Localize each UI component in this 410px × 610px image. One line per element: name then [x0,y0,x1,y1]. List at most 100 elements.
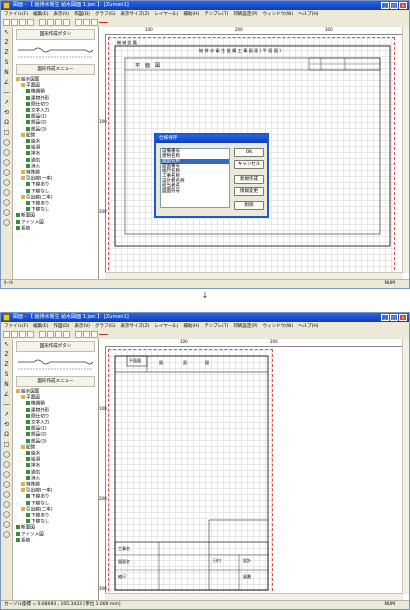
vertical-scrollbar[interactable] [402,27,409,273]
menu-item[interactable]: ウィンドウ(W) [263,323,293,329]
draw-tool-icon[interactable]: S [3,371,11,379]
menu-item[interactable]: ヘルプ(H) [298,11,318,17]
print-icon[interactable] [27,331,34,338]
draw-tool-icon[interactable]: ◯ [3,159,11,167]
save-icon[interactable] [19,331,26,338]
undo-icon[interactable] [63,331,70,338]
delete-button[interactable]: 削除 [234,201,264,210]
dialog-list-item[interactable]: 図面符号 [161,189,229,194]
draw-tool-icon[interactable]: ◯ [3,511,11,519]
draw-tool-icon[interactable]: ◯ [3,531,11,539]
menu-item[interactable]: レイヤー(L) [155,11,179,17]
draw-tool-icon[interactable]: □ [3,441,11,449]
draw-tool-icon[interactable]: ◯ [3,199,11,207]
menu-item[interactable]: グラフ(G) [95,11,116,17]
grid-icon[interactable] [83,19,90,26]
menu-item[interactable]: レイヤー(L) [155,323,179,329]
undo-icon[interactable] [63,19,70,26]
draw-tool-icon[interactable]: ↗ [3,411,11,419]
vertical-scrollbar[interactable] [402,339,409,594]
menu-item[interactable]: 表示サイズ(Z) [121,11,150,17]
maximize-button[interactable]: □ [390,2,398,9]
cancel-button[interactable]: キャンセル [234,160,264,169]
new-button[interactable]: 新規作成 [234,175,264,184]
draw-tool-icon[interactable]: Z [3,361,11,369]
menu-item[interactable]: 作図(D) [74,11,90,17]
open-icon[interactable] [11,331,18,338]
draw-tool-icon[interactable]: Z [3,49,11,57]
draw-tool-icon[interactable]: Z [3,351,11,359]
draw-tool-icon[interactable]: Z [3,39,11,47]
paste-icon[interactable] [55,331,62,338]
minimize-button[interactable]: _ [381,314,389,321]
drawing-canvas[interactable]: 100 200 100 200 300 平面図 図 面 図 工事名 図面名 縮尺… [99,339,409,601]
menu-item[interactable]: ヘルプ(H) [298,323,318,329]
draw-tool-icon[interactable]: ◯ [3,139,11,147]
draw-tool-icon[interactable]: ◯ [3,219,11,227]
sheet-area[interactable]: 平面図 図 面 図 工事名 図面名 縮尺 日付 設計 図番 [106,347,402,593]
draw-tool-icon[interactable]: ↖ [3,29,11,37]
menu-item[interactable]: 補助(H) [183,11,199,17]
edit-info-button[interactable]: 情報変更 [234,187,264,196]
dialog-list[interactable]: 設備番号 建物名称 図面名称 図面番号 縮尺名称 工事名称 設計者名称 担当者名 図面符号 [160,148,230,208]
draw-tool-icon[interactable]: □ [3,129,11,137]
draw-tool-icon[interactable]: ◯ [3,189,11,197]
close-button[interactable]: × [399,2,407,9]
draw-tool-icon[interactable]: ↗ [3,99,11,107]
menu-item[interactable]: ファイル(F) [4,323,28,329]
draw-tool-icon[interactable]: ◯ [3,149,11,157]
menu-item[interactable]: グラフ(G) [95,323,116,329]
text-icon[interactable] [91,19,98,26]
draw-tool-icon[interactable]: ◯ [3,179,11,187]
drawing-sheet[interactable]: 平面図 図 面 図 工事名 図面名 縮尺 日付 設計 図番 [108,349,273,593]
zoom-icon[interactable] [75,19,82,26]
text-icon[interactable] [91,331,98,338]
menu-item[interactable]: 表示(V) [53,11,69,17]
draw-tool-icon[interactable]: N [3,69,11,77]
menu-item[interactable]: 編集(E) [33,11,48,17]
draw-tool-icon[interactable]: ⟲ [3,421,11,429]
copy-icon[interactable] [47,19,54,26]
menu-item[interactable]: テンプレ(T) [204,323,228,329]
draw-tool-icon[interactable]: ◯ [3,209,11,217]
menu-item[interactable]: テンプレ(T) [204,11,228,17]
print-icon[interactable] [27,19,34,26]
draw-tool-icon[interactable]: ◯ [3,451,11,459]
menu-item[interactable]: 印刷設定(P) [233,323,257,329]
draw-tool-icon[interactable]: ∠ [3,391,11,399]
cut-icon[interactable] [39,19,46,26]
minimize-button[interactable]: _ [381,2,389,9]
grid-icon[interactable] [83,331,90,338]
menu-item[interactable]: ウィンドウ(W) [263,11,293,17]
drawing-canvas[interactable]: 100 200 300 100 200 機 械 設 備 給 排 水 衛 生 設 … [99,27,409,280]
draw-tool-icon[interactable]: ◯ [3,461,11,469]
sheet-area[interactable]: 機 械 設 備 給 排 水 衛 生 設 備 工 事 図 面 ( 平 面 図 ) … [106,35,402,272]
draw-tool-icon[interactable]: ◯ [3,521,11,529]
copy-icon[interactable] [47,331,54,338]
tree-item[interactable]: 系統 [16,225,95,232]
menu-item[interactable]: ファイル(F) [4,11,28,17]
draw-tool-icon[interactable]: ↖ [3,341,11,349]
draw-tool-icon[interactable]: ― [3,89,11,97]
tree-item[interactable]: 系統 [16,537,95,544]
new-icon[interactable] [3,331,10,338]
draw-tool-icon[interactable]: ⟲ [3,109,11,117]
draw-tool-icon[interactable]: Ω [3,119,11,127]
menu-item[interactable]: 表示サイズ(Z) [121,323,150,329]
draw-tool-icon[interactable]: Ω [3,431,11,439]
cut-icon[interactable] [39,331,46,338]
save-icon[interactable] [19,19,26,26]
draw-tool-icon[interactable]: ∠ [3,79,11,87]
draw-tool-icon[interactable]: S [3,59,11,67]
menu-item[interactable]: 作図(D) [53,323,69,329]
draw-tool-icon[interactable]: N [3,381,11,389]
zoom-icon[interactable] [75,331,82,338]
close-button[interactable]: × [399,314,407,321]
draw-tool-icon[interactable]: ◯ [3,481,11,489]
open-icon[interactable] [11,19,18,26]
ok-button[interactable]: OK [234,148,264,157]
maximize-button[interactable]: □ [390,314,398,321]
draw-tool-icon[interactable]: ◯ [3,169,11,177]
draw-tool-icon[interactable]: ◯ [3,491,11,499]
new-icon[interactable] [3,19,10,26]
